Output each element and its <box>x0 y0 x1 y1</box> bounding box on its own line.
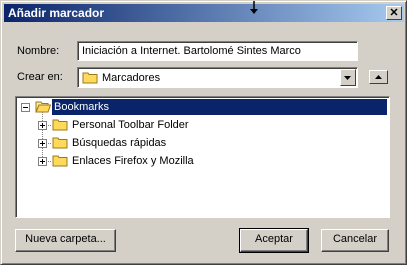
name-label: Nombre: <box>17 45 60 57</box>
tree-item-label: Búsquedas rápidas <box>72 137 167 149</box>
expand-tree-button[interactable] <box>369 70 388 84</box>
new-folder-button[interactable]: Nueva carpeta... <box>15 229 116 252</box>
collapse-icon[interactable] <box>21 103 30 112</box>
tree-item-personal-toolbar[interactable]: Personal Toolbar Folder <box>16 116 389 134</box>
dropdown-button[interactable] <box>340 69 356 86</box>
chevron-up-icon <box>375 75 382 79</box>
folder-icon <box>52 155 68 167</box>
chevron-down-icon <box>344 76 351 80</box>
folder-icon <box>52 119 68 131</box>
add-bookmark-dialog: Añadir marcador ✕ Nombre: Iniciación a I… <box>0 0 407 265</box>
name-input[interactable]: Iniciación a Internet. Bartolomé Sintes … <box>77 41 358 61</box>
accept-button[interactable]: Aceptar <box>239 228 309 253</box>
close-icon: ✕ <box>389 7 399 19</box>
tree-item-bookmarks[interactable]: Bookmarks <box>16 98 389 116</box>
tree-item-label: Bookmarks <box>54 101 110 113</box>
close-button[interactable]: ✕ <box>386 6 402 20</box>
tree-item-label: Enlaces Firefox y Mozilla <box>72 155 194 167</box>
folder-open-icon <box>35 101 51 113</box>
mouse-cursor-icon <box>250 1 258 14</box>
tree-item-firefox-links[interactable]: Enlaces Firefox y Mozilla <box>16 152 389 170</box>
window-title: Añadir marcador <box>8 6 105 20</box>
cancel-button[interactable]: Cancelar <box>321 229 389 252</box>
create-in-select[interactable]: Marcadores <box>77 67 358 88</box>
folder-icon <box>52 137 68 149</box>
expand-icon[interactable] <box>38 157 47 166</box>
expand-icon[interactable] <box>38 121 47 130</box>
title-bar[interactable]: Añadir marcador ✕ <box>4 4 404 22</box>
create-in-value: Marcadores <box>102 72 161 84</box>
folder-icon <box>82 72 98 84</box>
folder-tree[interactable]: Bookmarks Personal Toolbar Folder Búsque… <box>15 96 390 218</box>
tree-item-quick-searches[interactable]: Búsquedas rápidas <box>16 134 389 152</box>
expand-icon[interactable] <box>38 139 47 148</box>
create-in-label: Crear en: <box>17 71 63 83</box>
tree-item-label: Personal Toolbar Folder <box>72 119 189 131</box>
